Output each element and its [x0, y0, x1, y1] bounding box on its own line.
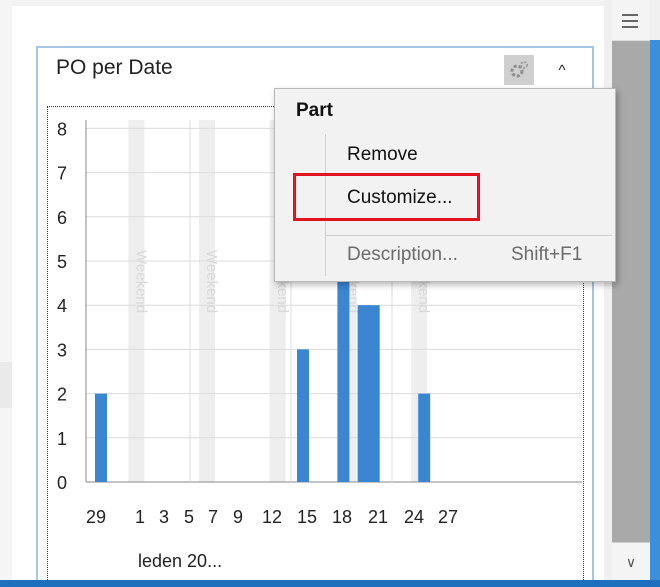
- x-tick-label: 3: [159, 507, 169, 527]
- chart-bar: [418, 393, 431, 482]
- y-tick-label: 7: [57, 164, 67, 184]
- y-tick-label: 6: [57, 208, 67, 228]
- menu-item-remove[interactable]: Remove: [347, 144, 418, 166]
- x-tick-label: 27: [438, 507, 458, 527]
- x-tick-label: 24: [404, 507, 424, 527]
- chart-bar: [297, 349, 309, 482]
- menu-item-description-shortcut: Shift+F1: [511, 244, 583, 265]
- y-tick-label: 8: [57, 119, 67, 139]
- x-tick-label: 29: [86, 507, 106, 527]
- x-tick-label: 15: [297, 507, 317, 527]
- y-tick-label: 4: [57, 296, 67, 316]
- menu-separator: [326, 235, 612, 236]
- y-tick-label: 5: [57, 252, 67, 272]
- y-tick-label: 2: [57, 385, 67, 405]
- x-tick-label: 18: [332, 507, 352, 527]
- x-tick-label: 21: [368, 507, 388, 527]
- y-tick-label: 0: [57, 473, 67, 493]
- x-tick-label: 12: [262, 507, 282, 527]
- x-tick-label: 1: [135, 507, 145, 527]
- menu-item-description: Description...: [347, 244, 458, 265]
- chart-bar: [337, 261, 350, 482]
- x-tick-label: 9: [233, 507, 243, 527]
- y-tick-label: 1: [57, 429, 67, 449]
- weekend-band-label: Weekend: [132, 250, 149, 313]
- x-axis-label: leden 20...: [138, 551, 222, 571]
- bottom-bar: [0, 580, 660, 587]
- x-tick-label: 7: [208, 507, 218, 527]
- x-tick-label: 5: [184, 507, 194, 527]
- chart-bar: [95, 393, 107, 482]
- chart-bar: [367, 305, 380, 482]
- highlight-box: [293, 173, 480, 221]
- weekend-band-label: Weekend: [203, 250, 220, 313]
- y-tick-label: 3: [57, 340, 67, 360]
- context-menu-header: Part: [296, 100, 333, 121]
